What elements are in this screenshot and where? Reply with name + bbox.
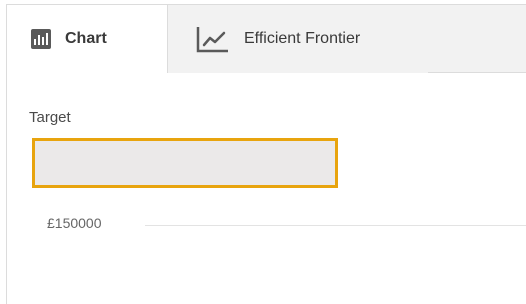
grid-line	[145, 225, 526, 226]
y-tick-label: £150000	[47, 215, 102, 231]
line-chart-icon	[196, 27, 228, 53]
target-label: Target	[29, 109, 71, 126]
chart-y-axis-row: £150000	[7, 212, 526, 236]
tab-efficient-frontier[interactable]: Efficient Frontier	[168, 5, 428, 73]
tab-chart-label: Chart	[65, 30, 107, 47]
tab-bar: Chart Efficient Frontier	[7, 5, 526, 73]
tab-efficient-frontier-label: Efficient Frontier	[244, 30, 361, 47]
target-input[interactable]	[32, 138, 338, 188]
chart-panel: Chart Efficient Frontier Target £150000	[6, 4, 526, 304]
bar-chart-icon	[31, 29, 51, 49]
tab-chart[interactable]: Chart	[7, 5, 168, 73]
